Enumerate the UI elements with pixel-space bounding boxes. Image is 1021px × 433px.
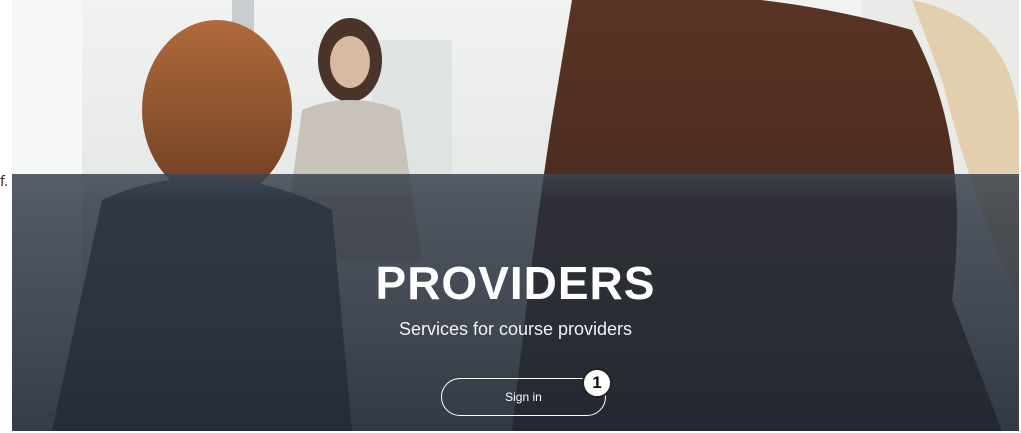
page-subtitle: Services for course providers — [398, 319, 633, 339]
overlay-top-fade — [12, 174, 1019, 202]
page-title: PROVIDERS — [375, 257, 656, 309]
step-number-badge: 1 — [582, 368, 612, 398]
hero-banner: PROVIDERS Services for course providers … — [12, 0, 1019, 431]
edge-mark: f. — [0, 174, 9, 190]
